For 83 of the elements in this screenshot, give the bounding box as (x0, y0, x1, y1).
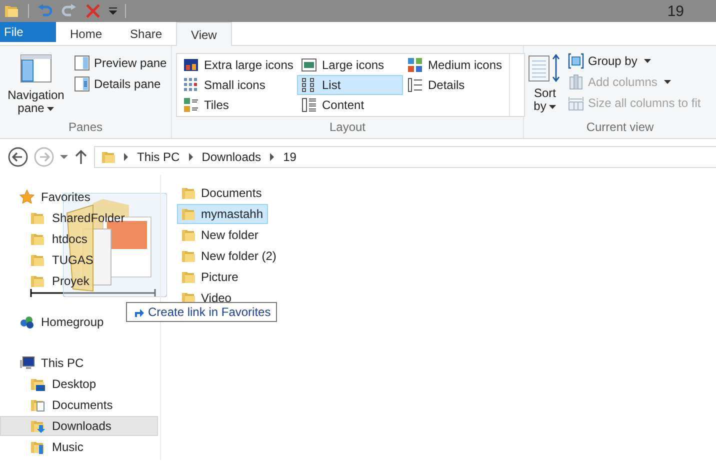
add-columns-icon (568, 74, 584, 90)
shortcut-arrow-icon (132, 306, 144, 318)
layout-option[interactable]: Details (403, 75, 507, 95)
sort-icon (528, 53, 562, 83)
caret-icon[interactable] (60, 153, 68, 161)
details-pane-icon (74, 76, 90, 92)
breadcrumb[interactable]: 19 (281, 150, 298, 164)
address-bar[interactable]: This PC Downloads 19 (94, 146, 716, 168)
layout-option[interactable]: Large icons (297, 55, 403, 75)
navigation-pane-button[interactable]: Navigation pane (4, 51, 68, 120)
folder-icon (181, 269, 197, 285)
file-item[interactable]: New folder (177, 225, 264, 245)
layout-option[interactable]: List (297, 75, 403, 95)
caret-icon[interactable] (109, 7, 117, 15)
folder-icon (30, 252, 46, 268)
layout-option[interactable]: Medium icons (403, 55, 507, 75)
window-title: 19 (667, 2, 684, 20)
chevron-icon[interactable] (188, 153, 194, 161)
preview-pane-icon (74, 55, 90, 71)
content-view-icon (301, 97, 317, 113)
sort-by-button[interactable]: Sort by (528, 51, 562, 120)
desktop-folder-icon (30, 376, 46, 392)
music-folder-icon (30, 439, 46, 455)
caret-icon (644, 59, 652, 63)
nav-item[interactable]: Favorites (0, 187, 96, 207)
homegroup-icon (19, 314, 35, 330)
downloads-folder-icon (30, 418, 46, 434)
tooltip-text: Create link in Favorites (148, 305, 271, 319)
folder-icon (101, 149, 117, 165)
file-item[interactable]: mymastahh (177, 204, 268, 224)
ribbon-tab[interactable]: Share (116, 22, 176, 45)
ribbon-tab[interactable]: View (176, 22, 232, 46)
folder-icon (181, 248, 197, 264)
small-icons-icon (183, 77, 199, 93)
up-arrow-icon[interactable] (74, 149, 88, 165)
caret-icon (664, 80, 672, 84)
layout-option[interactable]: Content (297, 95, 403, 115)
layout-option[interactable]: Extra large icons (179, 55, 297, 75)
details-pane-button[interactable]: Details pane (72, 75, 169, 93)
nav-item[interactable]: Music (0, 437, 88, 457)
group-by-icon (568, 53, 584, 69)
documents-folder-icon (30, 397, 46, 413)
caret-icon (549, 104, 556, 109)
layout-option[interactable]: Tiles (179, 95, 297, 115)
group-label: Panes (67, 120, 104, 136)
star-icon (19, 189, 35, 205)
nav-item[interactable]: Homegroup (0, 312, 109, 332)
medium-icons-icon (407, 57, 423, 73)
list-view-icon (301, 77, 317, 93)
size-columns-icon (568, 95, 584, 111)
computer-icon (19, 355, 35, 371)
group-label: Current view (585, 120, 655, 136)
details-view-icon (407, 77, 423, 93)
nav-item[interactable]: Downloads (0, 416, 158, 436)
folder-icon (181, 185, 197, 201)
file-item[interactable]: New folder (2) (177, 246, 282, 266)
extra-large-icons-icon (183, 57, 199, 73)
ribbon-tab[interactable]: Home (56, 22, 116, 45)
large-icons-icon (301, 57, 317, 73)
tiles-view-icon (183, 97, 199, 113)
caret-icon (47, 106, 54, 111)
folder-icon (30, 231, 46, 247)
back-button[interactable] (8, 147, 28, 167)
nav-item[interactable]: This PC (0, 353, 89, 373)
folder-icon (181, 206, 197, 222)
nav-item[interactable]: Desktop (0, 374, 102, 394)
preview-pane-button[interactable]: Preview pane (72, 54, 169, 72)
file-item[interactable]: Picture (177, 267, 244, 287)
folder-icon (4, 3, 20, 19)
breadcrumb[interactable]: Downloads (200, 150, 264, 164)
breadcrumb[interactable]: This PC (135, 150, 182, 164)
folder-icon (181, 227, 197, 243)
folder-icon (30, 210, 46, 226)
navigation-pane-icon (20, 53, 52, 85)
file-item[interactable]: Documents (177, 183, 267, 203)
file-tab[interactable]: File (0, 22, 56, 42)
group-by-button[interactable]: Group by (566, 52, 703, 70)
chevron-icon[interactable] (123, 153, 129, 161)
chevron-icon[interactable] (269, 153, 276, 161)
folder-icon (30, 273, 46, 289)
group-label: Layout (328, 120, 367, 136)
layout-option[interactable]: Small icons (179, 75, 297, 95)
nav-item[interactable]: Documents (0, 395, 118, 415)
